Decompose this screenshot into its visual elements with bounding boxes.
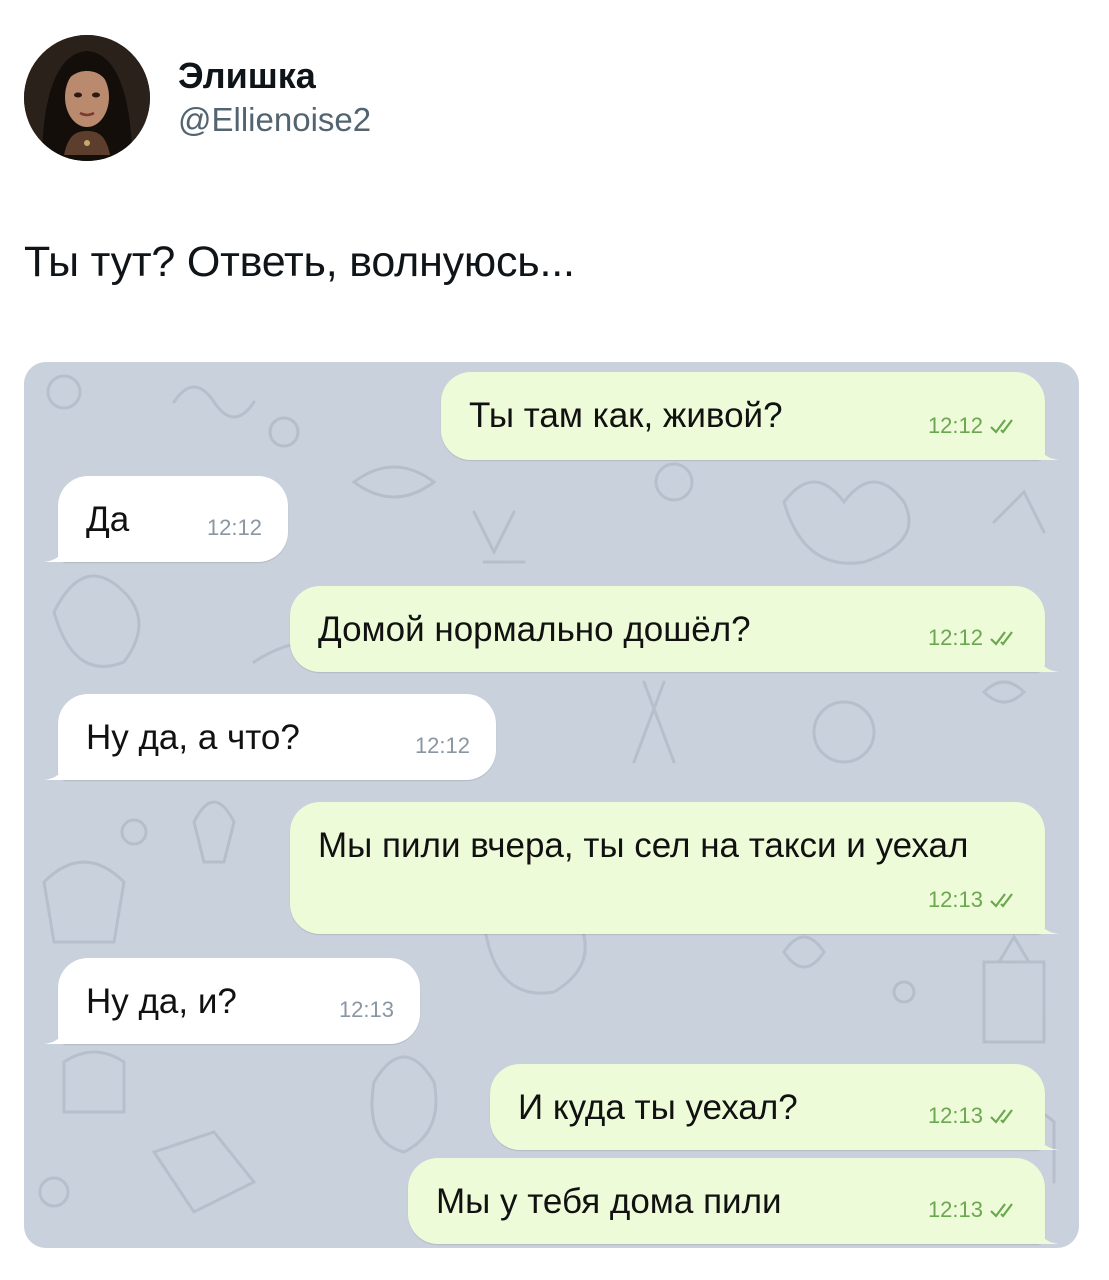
message-time: 12:13 (927, 1103, 983, 1128)
double-check-icon (990, 1203, 1013, 1218)
message-meta: 12:12 (928, 626, 1019, 650)
message-bubble-incoming[interactable]: Ну да, и? 12:13 (44, 958, 420, 1044)
bubble-tail (1037, 650, 1059, 672)
message-bubble-outgoing[interactable]: Мы пили вчера, ты сел на такси и уехал 1… (290, 802, 1059, 934)
message-meta: 12:13 (928, 1198, 1019, 1222)
tweet-text: Ты тут? Ответь, волнуюсь... (24, 238, 575, 286)
message-text: Мы пили вчера, ты сел на такси и уехал (318, 826, 969, 865)
bubble-tail (1037, 912, 1059, 934)
avatar[interactable] (24, 35, 150, 161)
message-text: Ты там как, живой? (469, 396, 783, 435)
tweet-header: Элишка @Ellienoise2 (24, 34, 371, 162)
message-text: Ну да, и? (86, 982, 237, 1021)
bubble-tail (44, 758, 66, 780)
message-text: Ну да, а что? (86, 718, 300, 757)
double-check-icon (990, 893, 1013, 908)
message-time: 12:12 (927, 413, 983, 438)
message-meta: 12:12 (415, 734, 470, 758)
double-check-icon (990, 631, 1013, 646)
user-handle[interactable]: @Ellienoise2 (178, 99, 371, 141)
bubble-tail (44, 540, 66, 562)
bubble-tail (1037, 1222, 1059, 1244)
bubble-tail (44, 1022, 66, 1044)
message-text: И куда ты уехал? (518, 1088, 798, 1127)
double-check-icon (990, 1109, 1013, 1124)
user-block: Элишка @Ellienoise2 (178, 55, 371, 141)
message-time: 12:13 (927, 887, 983, 912)
message-time: 12:13 (338, 997, 394, 1022)
message-text: Да (86, 500, 130, 539)
message-meta: 12:12 (928, 414, 1019, 438)
display-name[interactable]: Элишка (178, 55, 371, 97)
message-meta: 12:13 (339, 998, 394, 1022)
message-meta: 12:12 (207, 516, 262, 540)
message-bubble-incoming[interactable]: Да 12:12 (44, 476, 288, 562)
double-check-icon (990, 419, 1013, 434)
message-time: 12:13 (927, 1197, 983, 1222)
message-meta: 12:13 (928, 1104, 1019, 1128)
message-bubble-outgoing[interactable]: Ты там как, живой? 12:12 (441, 372, 1059, 460)
avatar-portrait (24, 35, 150, 161)
message-text: Мы у тебя дома пили (436, 1182, 782, 1221)
bubble-tail (1037, 1128, 1059, 1150)
message-time: 12:12 (927, 625, 983, 650)
message-time: 12:12 (206, 515, 262, 540)
message-text: Домой нормально дошёл? (318, 610, 751, 649)
bubble-tail (1037, 438, 1059, 460)
message-bubble-outgoing[interactable]: Мы у тебя дома пили 12:13 (408, 1158, 1059, 1244)
message-bubble-outgoing[interactable]: И куда ты уехал? 12:13 (490, 1064, 1059, 1150)
message-time: 12:12 (414, 733, 470, 758)
message-bubble-outgoing[interactable]: Домой нормально дошёл? 12:12 (290, 586, 1059, 672)
chat-screenshot: Ты там как, живой? 12:12 Да 12:12 Домой … (24, 362, 1079, 1248)
message-bubble-incoming[interactable]: Ну да, а что? 12:12 (44, 694, 496, 780)
message-meta: 12:13 (928, 888, 1019, 912)
